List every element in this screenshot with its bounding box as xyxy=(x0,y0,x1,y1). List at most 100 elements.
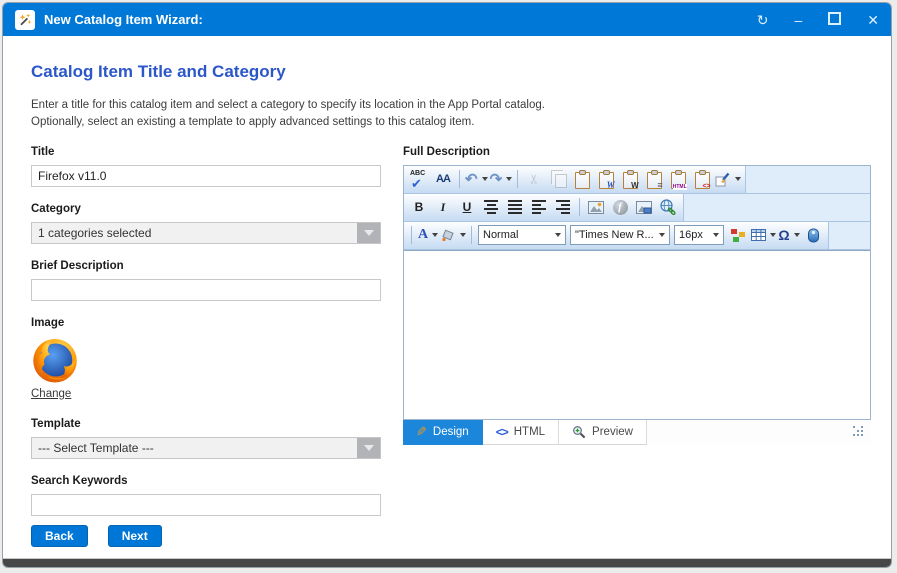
title-input[interactable] xyxy=(31,165,381,187)
minimize-button[interactable]: – xyxy=(794,13,802,27)
toolbar-separator xyxy=(471,226,472,244)
format-stripper-button[interactable] xyxy=(715,168,741,190)
find-replace-button[interactable]: AA xyxy=(432,168,454,190)
chevron-down-icon xyxy=(482,177,488,181)
font-color-button[interactable]: A xyxy=(417,224,439,246)
brief-description-label: Brief Description xyxy=(31,260,381,272)
font-name-value: "Times New R... xyxy=(575,229,655,241)
tab-html[interactable]: <> HTML xyxy=(483,420,559,445)
cut-button[interactable]: ✂ xyxy=(523,168,545,190)
spellcheck-button[interactable]: ABC ✔ xyxy=(408,168,430,190)
maximize-button[interactable] xyxy=(828,12,841,27)
close-button[interactable]: ✕ xyxy=(867,13,879,27)
tab-design[interactable]: ✎ Design xyxy=(403,420,483,445)
align-justify-button[interactable] xyxy=(504,196,526,218)
font-size-value: 16px xyxy=(679,229,709,241)
editor-toolbar-row-2: B I U xyxy=(404,194,870,222)
insert-snippet-button[interactable] xyxy=(802,224,824,246)
category-select[interactable]: 1 categories selected xyxy=(31,222,381,244)
editor-column: Full Description ABC ✔ AA xyxy=(403,144,871,516)
search-keywords-input[interactable] xyxy=(31,494,381,516)
chevron-down-icon xyxy=(713,233,719,237)
italic-icon: I xyxy=(441,200,446,215)
paste-html-button[interactable]: <> xyxy=(691,168,713,190)
align-left-icon xyxy=(532,200,546,214)
bold-button[interactable]: B xyxy=(408,196,430,218)
undo-icon: ↶ xyxy=(465,172,478,187)
firefox-logo xyxy=(31,336,79,384)
tabbar-filler xyxy=(647,420,871,445)
category-dropdown-button[interactable] xyxy=(357,223,380,243)
align-center-button[interactable] xyxy=(480,196,502,218)
chevron-down-icon xyxy=(364,230,374,236)
media-manager-button[interactable] xyxy=(633,196,655,218)
align-left-button[interactable] xyxy=(528,196,550,218)
chevron-down-icon xyxy=(555,233,561,237)
chevron-down-icon xyxy=(364,445,374,451)
underline-icon: U xyxy=(463,200,472,214)
chevron-down-icon xyxy=(506,177,512,181)
align-right-button[interactable] xyxy=(552,196,574,218)
align-right-icon xyxy=(556,200,570,214)
paste-plain-text-button[interactable]: ≡ xyxy=(643,168,665,190)
paste-as-html-button[interactable]: HTML xyxy=(667,168,689,190)
maximize-icon xyxy=(828,12,841,25)
form-column: Title Category 1 categories selected Bri… xyxy=(31,144,381,516)
intro-line-2: Optionally, select an existing a templat… xyxy=(31,116,474,128)
editor-canvas[interactable] xyxy=(404,250,870,419)
toolbar-separator xyxy=(517,170,518,188)
category-value: 1 categories selected xyxy=(32,226,357,240)
insert-table-button[interactable] xyxy=(751,224,776,246)
paste-button[interactable] xyxy=(571,168,593,190)
chevron-down-icon xyxy=(432,233,438,237)
copy-button[interactable] xyxy=(547,168,569,190)
paste-from-word-strip-fonts-button[interactable]: W xyxy=(619,168,641,190)
insert-symbol-button[interactable]: Ω xyxy=(778,224,800,246)
toolbar-separator xyxy=(579,198,580,216)
copy-icon xyxy=(555,174,567,188)
italic-button[interactable]: I xyxy=(432,196,454,218)
brief-description-input[interactable] xyxy=(31,279,381,301)
chevron-down-icon xyxy=(460,233,466,237)
chevron-down-icon xyxy=(735,177,741,181)
screen: New Catalog Item Wizard: ↻ – ✕ Catalog I… xyxy=(0,0,897,573)
redo-button[interactable]: ↷ xyxy=(490,168,513,190)
paint-bucket-icon xyxy=(441,228,456,242)
template-dropdown-button[interactable] xyxy=(357,438,380,458)
redo-icon: ↷ xyxy=(490,172,503,187)
flash-manager-button[interactable]: f xyxy=(609,196,631,218)
window-title: New Catalog Item Wizard: xyxy=(44,12,731,27)
background-color-button[interactable] xyxy=(441,224,466,246)
resize-grip[interactable] xyxy=(853,426,865,438)
clipboard-word-icon: W xyxy=(599,172,614,189)
flash-icon: f xyxy=(613,200,628,215)
font-name-select[interactable]: "Times New R... xyxy=(570,225,670,245)
category-label: Category xyxy=(31,203,381,215)
paragraph-style-select[interactable]: Normal xyxy=(478,225,566,245)
title-label: Title xyxy=(31,146,381,158)
paste-from-word-button[interactable]: W xyxy=(595,168,617,190)
image-manager-button[interactable] xyxy=(585,196,607,218)
wizard-window: New Catalog Item Wizard: ↻ – ✕ Catalog I… xyxy=(2,2,892,568)
clipboard-word-icon: W xyxy=(623,172,638,189)
clipboard-code-icon: <> xyxy=(695,172,710,189)
hyperlink-manager-button[interactable] xyxy=(657,196,679,218)
page-title: Catalog Item Title and Category xyxy=(31,62,891,82)
tab-preview-label: Preview xyxy=(592,426,633,438)
undo-button[interactable]: ↶ xyxy=(465,168,488,190)
change-image-link[interactable]: Change xyxy=(31,388,71,400)
underline-button[interactable]: U xyxy=(456,196,478,218)
next-button[interactable]: Next xyxy=(108,525,162,547)
intro-text: Enter a title for this catalog item and … xyxy=(31,97,891,132)
tab-design-label: Design xyxy=(433,426,469,438)
tab-preview[interactable]: Preview xyxy=(559,420,647,445)
refresh-button[interactable]: ↻ xyxy=(757,13,769,27)
apply-css-class-button[interactable] xyxy=(727,224,749,246)
back-button[interactable]: Back xyxy=(31,525,88,547)
font-size-select[interactable]: 16px xyxy=(674,225,724,245)
wizard-footer: Back Next xyxy=(31,525,162,547)
wizard-wand-stars-icon xyxy=(17,12,33,28)
template-select[interactable]: --- Select Template --- xyxy=(31,437,381,459)
clipboard-html-icon: HTML xyxy=(671,172,686,189)
snippet-icon xyxy=(807,228,820,243)
